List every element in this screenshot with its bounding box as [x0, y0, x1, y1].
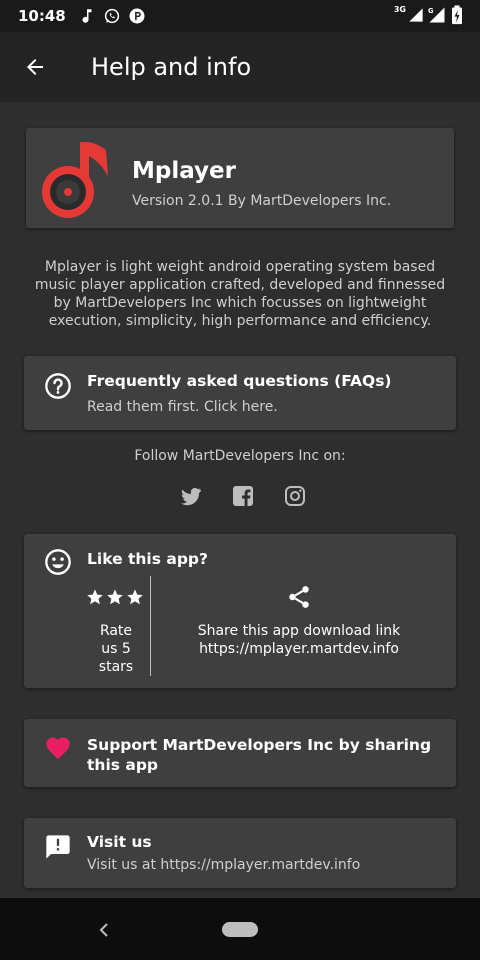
- app-logo: [42, 142, 108, 218]
- status-time: 10:48: [18, 7, 66, 25]
- faq-subtitle: Read them first. Click here.: [87, 399, 278, 415]
- app-bar: Help and info: [0, 32, 480, 102]
- support-title: Support MartDevelopers Inc by sharing th…: [87, 736, 432, 774]
- page-title: Help and info: [91, 53, 252, 81]
- support-card[interactable]: Support MartDevelopers Inc by sharing th…: [24, 719, 456, 787]
- cell-signal-icon: [409, 8, 423, 22]
- status-bar: 10:48 3G G: [0, 0, 480, 32]
- smiley-face-icon: [45, 549, 71, 575]
- rate-us-text[interactable]: Rate us 5 stars: [90, 622, 142, 676]
- system-status-icons: 3G G: [394, 5, 464, 25]
- heart-icon: [46, 737, 70, 759]
- faq-title: Frequently asked questions (FAQs): [87, 372, 392, 390]
- notification-icons: [78, 7, 146, 25]
- p-app-icon: [129, 8, 145, 24]
- help-circle-icon: [45, 373, 71, 399]
- app-info-card: Mplayer Version 2.0.1 By MartDevelopers …: [26, 128, 454, 228]
- like-app-card: Like this app? Rate us 5 stars Share thi…: [24, 534, 456, 688]
- svg-text:G: G: [428, 7, 434, 15]
- music-note-icon: [82, 9, 92, 23]
- share-icon[interactable]: [286, 584, 312, 610]
- twitter-icon[interactable]: [179, 484, 203, 508]
- star-icon[interactable]: [86, 588, 104, 606]
- share-app-text[interactable]: Share this app download link https://mpl…: [174, 622, 424, 658]
- back-arrow-icon[interactable]: [23, 55, 47, 79]
- visit-title: Visit us: [87, 833, 152, 851]
- divider: [150, 576, 151, 676]
- feedback-icon: [46, 835, 70, 859]
- star-icon[interactable]: [126, 588, 144, 606]
- visit-us-card[interactable]: Visit us Visit us at https://mplayer.mar…: [24, 818, 456, 888]
- follow-label: Follow MartDevelopers Inc on:: [134, 448, 346, 464]
- cell-signal-g-icon: G: [428, 7, 445, 23]
- visit-subtitle: Visit us at https://mplayer.martdev.info: [87, 857, 361, 873]
- rating-stars[interactable]: [86, 588, 144, 606]
- app-name: Mplayer: [132, 158, 236, 184]
- facebook-icon[interactable]: [231, 484, 255, 508]
- network-type-label: 3G: [393, 5, 406, 14]
- battery-charging-icon: [452, 5, 462, 25]
- whatsapp-icon: [104, 8, 119, 24]
- instagram-icon[interactable]: [283, 484, 307, 508]
- app-version: Version 2.0.1 By MartDevelopers Inc.: [132, 193, 392, 209]
- star-icon[interactable]: [106, 588, 124, 606]
- nav-back-icon[interactable]: [98, 922, 112, 938]
- nav-home-pill[interactable]: [222, 922, 258, 937]
- app-description: Mplayer is light weight android operatin…: [34, 259, 446, 329]
- faq-card[interactable]: Frequently asked questions (FAQs) Read t…: [24, 356, 456, 430]
- like-title: Like this app?: [87, 550, 209, 568]
